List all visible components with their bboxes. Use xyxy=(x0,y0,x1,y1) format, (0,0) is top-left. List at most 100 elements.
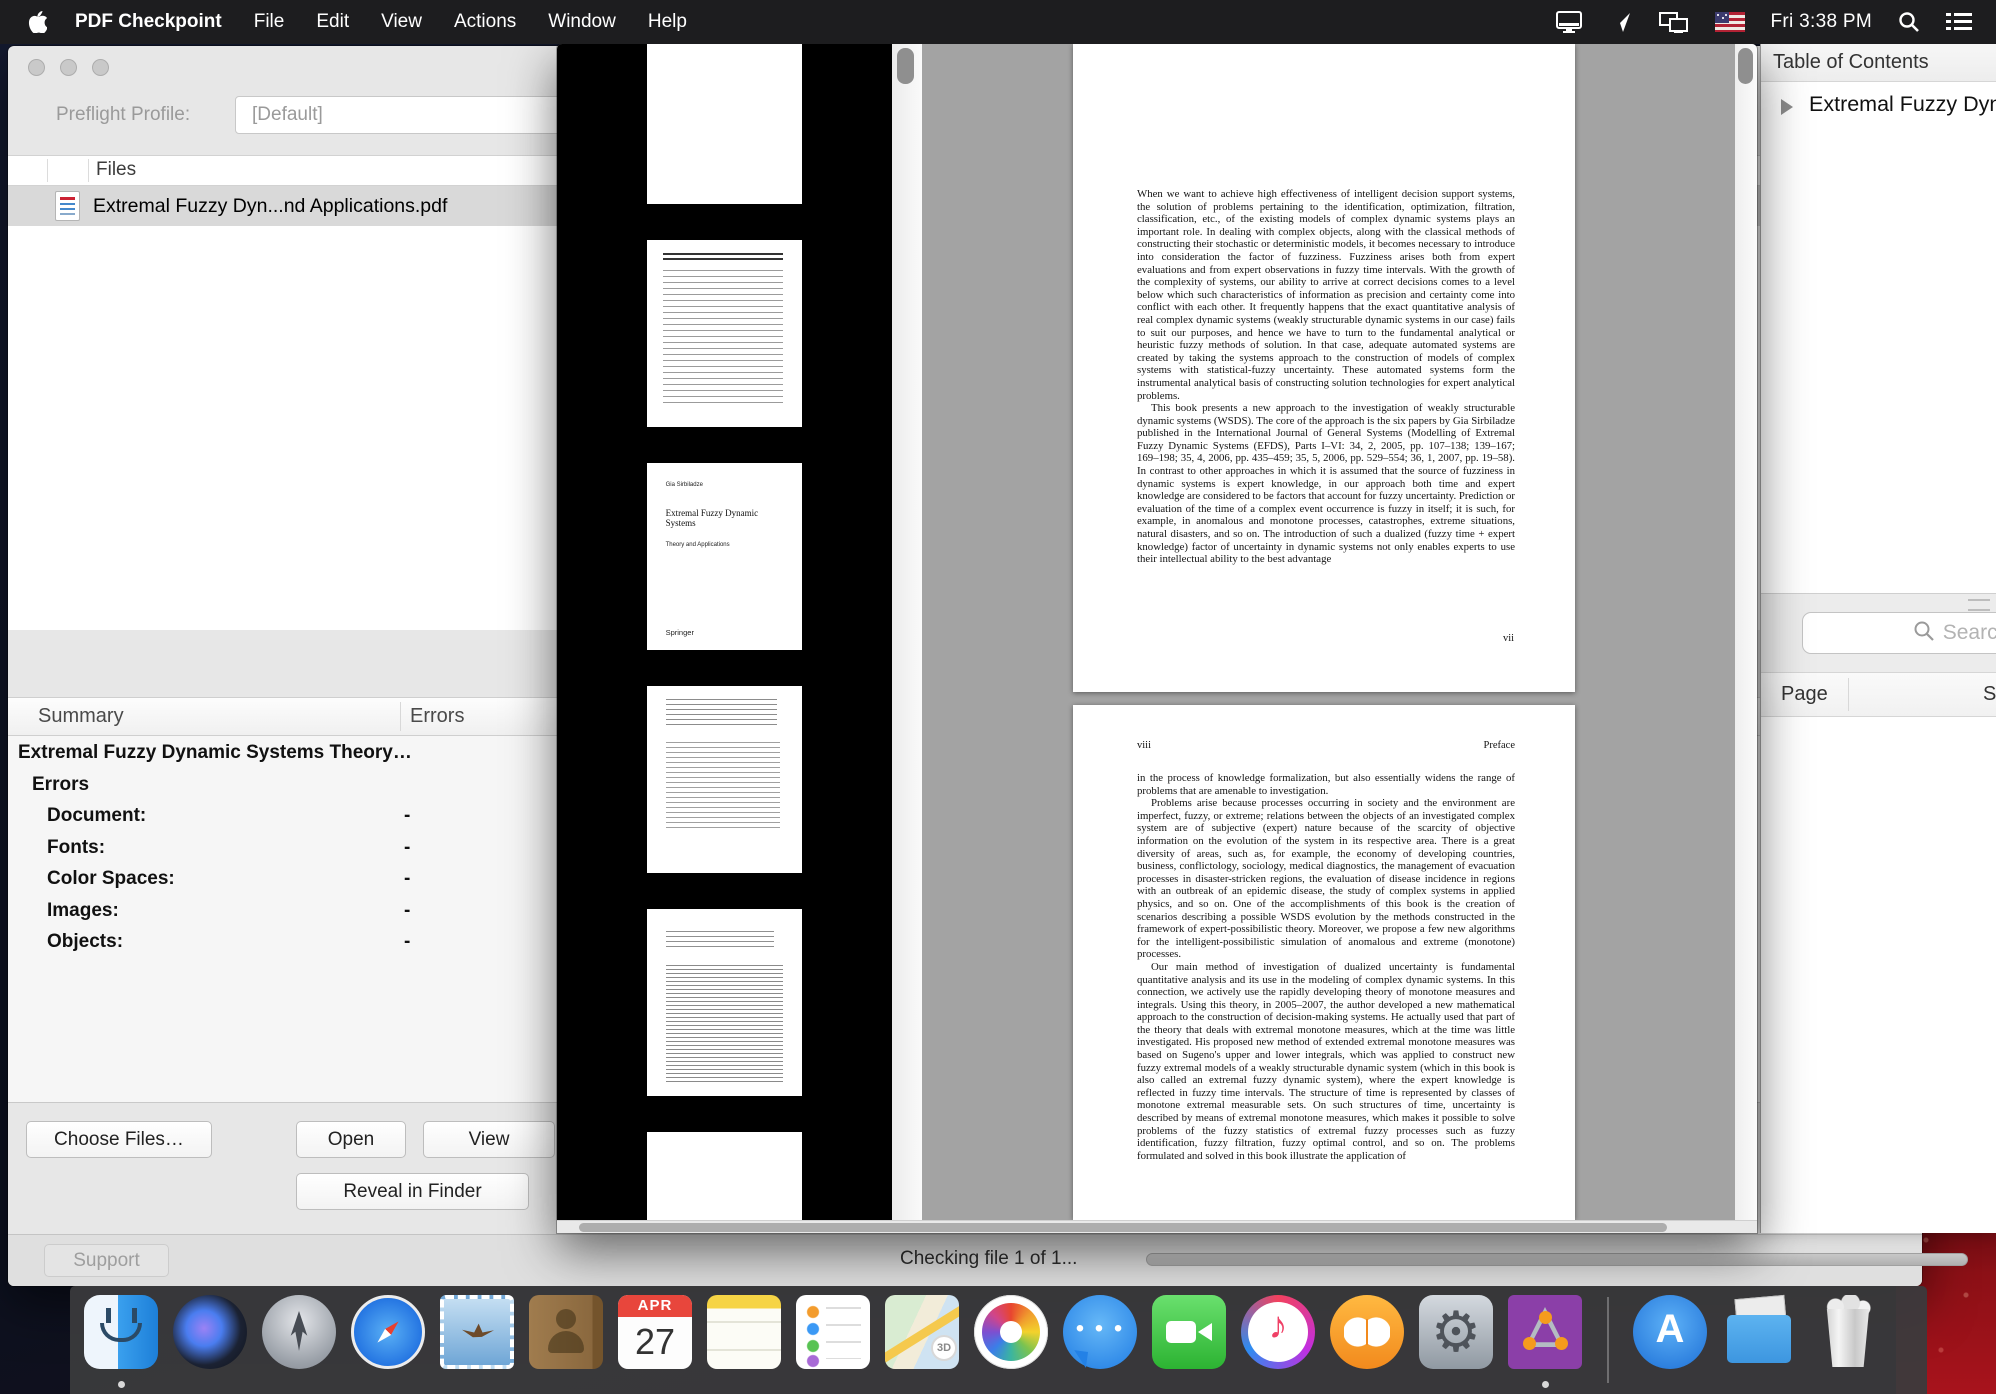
pdfcheckpoint-icon[interactable] xyxy=(1508,1295,1582,1369)
page-thumbnail-blank[interactable] xyxy=(647,1132,802,1220)
menu-window[interactable]: Window xyxy=(548,11,616,33)
appstore-icon[interactable] xyxy=(1633,1295,1707,1369)
maps-icon[interactable]: 3D xyxy=(885,1295,959,1369)
content-vertical-scrollbar[interactable] xyxy=(1735,44,1757,1220)
page-thumbnail-series[interactable] xyxy=(647,240,802,427)
photos-icon[interactable] xyxy=(974,1295,1048,1369)
menu-edit[interactable]: Edit xyxy=(316,11,349,33)
messages-icon[interactable] xyxy=(1063,1295,1137,1369)
dock-item-photos[interactable] xyxy=(974,1295,1048,1391)
window-minimize-button[interactable] xyxy=(60,59,77,76)
summary-row[interactable]: Images:- xyxy=(8,900,607,927)
facetime-icon[interactable] xyxy=(1152,1295,1226,1369)
disclosure-triangle-icon[interactable] xyxy=(1781,99,1793,115)
summary-row[interactable]: Errors xyxy=(8,774,592,801)
siri-icon[interactable] xyxy=(173,1295,247,1369)
summary-row[interactable]: Fonts:- xyxy=(8,837,607,864)
us-flag-icon[interactable] xyxy=(1715,12,1745,32)
preflight-profile-select[interactable]: [Default] xyxy=(235,96,575,134)
finder-icon[interactable] xyxy=(84,1295,158,1369)
dock-item-reminders[interactable] xyxy=(796,1295,870,1391)
sidebar-scrollbar[interactable] xyxy=(892,44,922,1233)
support-button[interactable]: Support xyxy=(44,1244,169,1277)
safari-icon[interactable] xyxy=(351,1295,425,1369)
downloads-icon[interactable] xyxy=(1722,1295,1796,1369)
dock-item-calendar[interactable]: APR27 xyxy=(618,1295,692,1391)
dock-item-finder[interactable] xyxy=(84,1295,158,1391)
dock-item-facetime[interactable] xyxy=(1152,1295,1226,1391)
summary-row[interactable]: Extremal Fuzzy Dynamic Systems Theory… xyxy=(8,742,578,769)
window-close-button[interactable] xyxy=(28,59,45,76)
summary-row[interactable]: Objects:- xyxy=(8,931,607,958)
page-thumbnail-title[interactable]: Gia SirbiladzeExtremal Fuzzy Dynamic Sys… xyxy=(647,463,802,650)
search-field[interactable]: Search xyxy=(1802,612,1996,654)
title-page-sub: Theory and Applications xyxy=(666,542,730,548)
files-column-header: Files xyxy=(96,159,136,181)
dock-item-itunes[interactable] xyxy=(1241,1295,1315,1391)
dock-item-appstore[interactable] xyxy=(1633,1295,1707,1391)
summary-row-value: - xyxy=(404,837,410,859)
dock-item-launchpad[interactable] xyxy=(262,1295,336,1391)
summary-row[interactable]: Color Spaces:- xyxy=(8,868,607,895)
location-icon[interactable] xyxy=(1609,10,1633,34)
itunes-icon[interactable] xyxy=(1241,1295,1315,1369)
content-scrollbar-thumb[interactable] xyxy=(1738,48,1753,84)
dock-item-notes[interactable] xyxy=(707,1295,781,1391)
resize-handle-icon[interactable] xyxy=(1968,599,1990,611)
dock-item-maps[interactable]: 3D xyxy=(885,1295,959,1391)
dock-item-safari[interactable] xyxy=(351,1295,425,1391)
menu-help[interactable]: Help xyxy=(648,11,687,33)
dock-item-ibooks[interactable] xyxy=(1330,1295,1404,1391)
menu-actions[interactable]: Actions xyxy=(454,11,516,33)
display-icon[interactable] xyxy=(1555,10,1583,34)
page-thumbnail-copyright[interactable] xyxy=(647,686,802,873)
ibooks-icon[interactable] xyxy=(1330,1295,1404,1369)
running-indicator xyxy=(1542,1381,1549,1388)
contacts-icon[interactable] xyxy=(529,1295,603,1369)
dock-item-siri[interactable] xyxy=(173,1295,247,1391)
mail-icon[interactable] xyxy=(440,1295,514,1369)
content-horizontal-scrollbar[interactable] xyxy=(557,1220,1757,1233)
apple-menu-icon[interactable] xyxy=(28,11,47,33)
dock-item-sysprefs[interactable] xyxy=(1419,1295,1493,1391)
reminders-icon[interactable] xyxy=(796,1295,870,1369)
window-zoom-button[interactable] xyxy=(92,59,109,76)
app-name-menu[interactable]: PDF Checkpoint xyxy=(75,11,222,33)
dock-item-downloads[interactable] xyxy=(1722,1295,1796,1391)
dock-item-contacts[interactable] xyxy=(529,1295,603,1391)
dock-item-trash[interactable] xyxy=(1811,1295,1885,1391)
launchpad-icon[interactable] xyxy=(262,1295,336,1369)
trash-icon[interactable] xyxy=(1811,1295,1885,1369)
dock-item-pdfcheckpoint[interactable] xyxy=(1508,1295,1582,1391)
reveal-in-finder-button[interactable]: Reveal in Finder xyxy=(296,1173,529,1210)
book-paragraph: When we want to achieve high effectivene… xyxy=(1137,188,1515,402)
open-button[interactable]: Open xyxy=(296,1121,406,1158)
calendar-icon[interactable]: APR27 xyxy=(618,1295,692,1369)
preflight-profile-label: Preflight Profile: xyxy=(56,104,190,126)
notification-center-icon[interactable] xyxy=(1946,12,1972,32)
spotlight-search-icon[interactable] xyxy=(1898,11,1920,33)
running-head: Preface xyxy=(1484,740,1515,751)
horizontal-scrollbar-thumb[interactable] xyxy=(579,1223,1667,1232)
summary-row-label: Color Spaces: xyxy=(47,868,175,889)
view-button[interactable]: View xyxy=(423,1121,555,1158)
dock: APR27 3D xyxy=(70,1286,1927,1394)
pdf-preview-window: Gia SirbiladzeExtremal Fuzzy Dynamic Sys… xyxy=(557,44,1757,1233)
menu-file[interactable]: File xyxy=(254,11,285,33)
book-paragraph: in the process of knowledge formalizatio… xyxy=(1137,772,1515,797)
menu-clock[interactable]: Fri 3:38 PM xyxy=(1771,11,1873,33)
progress-bar xyxy=(1146,1253,1968,1266)
summary-row[interactable]: Document:- xyxy=(8,805,607,832)
sidebar-scrollbar-thumb[interactable] xyxy=(897,48,914,84)
menu-view[interactable]: View xyxy=(381,11,422,33)
dock-item-mail[interactable] xyxy=(440,1295,514,1391)
book-paragraph: Our main method of investigation of dual… xyxy=(1137,961,1515,1163)
notes-icon[interactable] xyxy=(707,1295,781,1369)
airplay-displays-icon[interactable] xyxy=(1659,10,1689,34)
dock-item-messages[interactable] xyxy=(1063,1295,1137,1391)
choose-files-button[interactable]: Choose Files… xyxy=(26,1121,212,1158)
sysprefs-icon[interactable] xyxy=(1419,1295,1493,1369)
toc-item[interactable]: Extremal Fuzzy Dynamic xyxy=(1761,90,1996,126)
page-thumbnail-text[interactable] xyxy=(647,909,802,1096)
page-thumbnail-blank[interactable] xyxy=(647,44,802,204)
